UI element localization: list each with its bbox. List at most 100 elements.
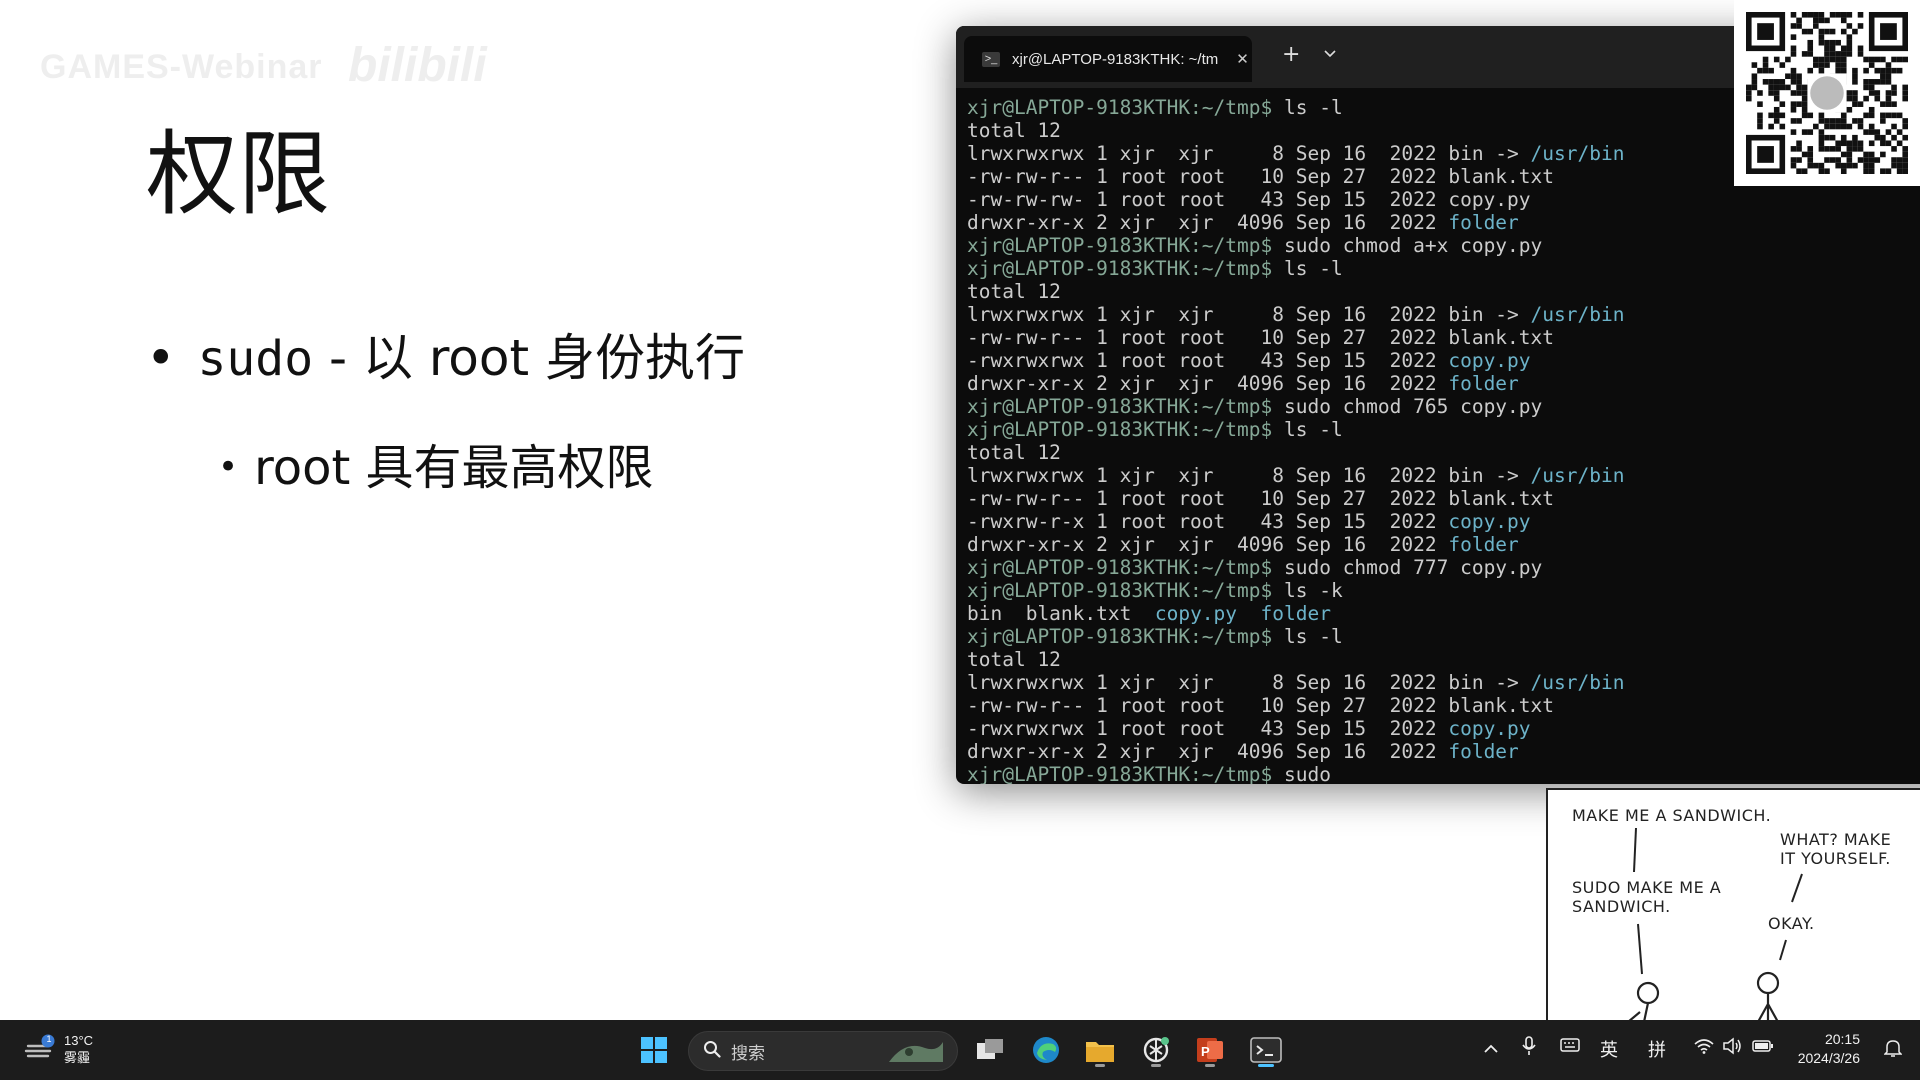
terminal-highlight: /usr/bin [1530, 464, 1625, 487]
terminal-tab-title: xjr@LAPTOP-9183KTHK: ~/tm [1012, 50, 1219, 68]
ime-language-indicator[interactable]: 英 [1600, 1036, 1618, 1062]
terminal-text: lrwxrwxrwx 1 xjr xjr 8 Sep 16 2022 bin -… [967, 464, 1531, 487]
bullet-dot-icon: • [218, 447, 239, 487]
terminal-command: sudo chmod 777 copy.py [1272, 556, 1543, 579]
powerpoint-icon[interactable]: P [1190, 1030, 1230, 1070]
terminal-text: total 12 [967, 441, 1061, 464]
chatgpt-app-icon[interactable] [1136, 1030, 1176, 1070]
terminal-output-line: -rw-rw-r-- 1 root root 10 Sep 27 2022 bl… [967, 487, 1920, 510]
terminal-output-line: drwxr-xr-x 2 xjr xjr 4096 Sep 16 2022 fo… [967, 740, 1920, 763]
bullet-root: • root 具有最高权限 [218, 428, 654, 498]
terminal-command-line: xjr@LAPTOP-9183KTHK:~/tmp$ sudo chmod 77… [967, 556, 1920, 579]
terminal-text: lrwxrwxrwx 1 xjr xjr 8 Sep 16 2022 bin -… [967, 671, 1531, 694]
terminal-command-line: xjr@LAPTOP-9183KTHK:~/tmp$ sudo [967, 763, 1920, 784]
watermark-text: GAMES-Webinar [40, 48, 323, 86]
terminal-icon: >_ [982, 51, 1000, 67]
terminal-output-line: drwxr-xr-x 2 xjr xjr 4096 Sep 16 2022 fo… [967, 533, 1920, 556]
comic-figures [1627, 827, 1803, 1022]
microphone-icon[interactable] [1522, 1036, 1536, 1061]
terminal-command: ls -l [1272, 625, 1343, 648]
terminal-command: ls -k [1272, 579, 1343, 602]
terminal-command-line: xjr@LAPTOP-9183KTHK:~/tmp$ ls -k [967, 579, 1920, 602]
terminal-output-line: -rwxrwxrwx 1 root root 43 Sep 15 2022 co… [967, 349, 1920, 372]
terminal-highlight: /usr/bin [1530, 303, 1625, 326]
running-indicator [1205, 1064, 1215, 1067]
chevron-down-icon[interactable] [1324, 46, 1336, 62]
terminal-text: bin blank.txt [967, 602, 1155, 625]
terminal-text: drwxr-xr-x 2 xjr xjr 4096 Sep 16 2022 [967, 372, 1449, 395]
terminal-text: -rwxrw-r-x 1 root root 43 Sep 15 2022 [967, 510, 1449, 533]
terminal-text: -rw-rw-r-- 1 root root 10 Sep 27 2022 bl… [967, 694, 1554, 717]
weather-widget[interactable]: 1 13°C 雾霾 [22, 1032, 93, 1066]
system-clock[interactable]: 20:15 2024/3/26 [1798, 1030, 1860, 1068]
search-placeholder: 搜索 [731, 1043, 765, 1063]
terminal-highlight: copy.py [1448, 717, 1531, 740]
bullet-sudo-text: - 以 root 身份执行 [313, 329, 745, 387]
taskbar-search-box[interactable]: 搜索 [688, 1031, 958, 1071]
notification-bell-icon[interactable] [1883, 1038, 1903, 1063]
terminal-text: drwxr-xr-x 2 xjr xjr 4096 Sep 16 2022 [967, 740, 1449, 763]
terminal-output-line: -rw-rw-r-- 1 root root 10 Sep 27 2022 bl… [967, 694, 1920, 717]
weather-description: 雾霾 [64, 1050, 91, 1065]
terminal-highlight: folder [1448, 211, 1519, 234]
bullet-sudo: • sudo - 以 root 身份执行 [146, 318, 745, 390]
terminal-text: drwxr-xr-x 2 xjr xjr 4096 Sep 16 2022 [967, 211, 1449, 234]
taskbar: 1 13°C 雾霾 搜索 P 英 拼 20:15 2024/3/26 [0, 1020, 1920, 1080]
terminal-highlight: /usr/bin [1530, 142, 1625, 165]
search-highlight-icon [885, 1036, 947, 1071]
terminal-output-line: -rwxrwxrwx 1 root root 43 Sep 15 2022 co… [967, 717, 1920, 740]
keyboard-icon[interactable] [1560, 1037, 1580, 1058]
bullet-dot-icon: • [146, 329, 176, 387]
terminal-output-line: lrwxrwxrwx 1 xjr xjr 8 Sep 16 2022 bin -… [967, 671, 1920, 694]
terminal-command-line: xjr@LAPTOP-9183KTHK:~/tmp$ ls -l [967, 625, 1920, 648]
terminal-text: drwxr-xr-x 2 xjr xjr 4096 Sep 16 2022 [967, 533, 1449, 556]
terminal-output-line: drwxr-xr-x 2 xjr xjr 4096 Sep 16 2022 fo… [967, 211, 1920, 234]
terminal-output[interactable]: xjr@LAPTOP-9183KTHK:~/tmp$ ls -l total 12… [967, 96, 1920, 784]
terminal-output-line: drwxr-xr-x 2 xjr xjr 4096 Sep 16 2022 fo… [967, 372, 1920, 395]
volume-icon[interactable] [1722, 1037, 1742, 1060]
terminal-command-line: xjr@LAPTOP-9183KTHK:~/tmp$ ls -l [967, 257, 1920, 280]
terminal-highlight: folder [1448, 740, 1519, 763]
windows-start-button[interactable] [634, 1030, 674, 1070]
terminal-prompt: xjr@LAPTOP-9183KTHK:~/tmp$ [967, 625, 1273, 648]
edge-browser-icon[interactable] [1026, 1030, 1066, 1070]
bullet-sudo-code: sudo [197, 331, 314, 387]
terminal-app-icon[interactable] [1246, 1030, 1286, 1070]
terminal-command: sudo chmod a+x copy.py [1272, 234, 1543, 257]
task-view-icon[interactable] [970, 1030, 1010, 1070]
running-indicator [1095, 1064, 1105, 1067]
chevron-up-icon[interactable] [1484, 1038, 1498, 1059]
terminal-text: -rwxrwxrwx 1 root root 43 Sep 15 2022 [967, 717, 1449, 740]
terminal-text: -rw-rw-r-- 1 root root 10 Sep 27 2022 bl… [967, 165, 1554, 188]
terminal-prompt: xjr@LAPTOP-9183KTHK:~/tmp$ [967, 579, 1273, 602]
terminal-command: ls -l [1272, 257, 1343, 280]
qr-code [1734, 0, 1920, 186]
terminal-output-line: -rwxrw-r-x 1 root root 43 Sep 15 2022 co… [967, 510, 1920, 533]
terminal-highlight: copy.py [1448, 349, 1531, 372]
terminal-highlight: folder [1448, 533, 1519, 556]
svg-text:P: P [1201, 1044, 1210, 1059]
terminal-prompt: xjr@LAPTOP-9183KTHK:~/tmp$ [967, 418, 1273, 441]
terminal-tab[interactable]: >_ xjr@LAPTOP-9183KTHK: ~/tm ✕ [964, 36, 1252, 82]
slide-title: 权限 [146, 121, 331, 228]
ime-mode-indicator[interactable]: 拼 [1648, 1036, 1666, 1062]
terminal-text: total 12 [967, 280, 1061, 303]
wifi-icon[interactable] [1694, 1038, 1714, 1059]
file-explorer-icon[interactable] [1080, 1030, 1120, 1070]
terminal-prompt: xjr@LAPTOP-9183KTHK:~/tmp$ [967, 257, 1273, 280]
running-indicator [1151, 1064, 1161, 1067]
terminal-command: ls -l [1272, 418, 1343, 441]
new-tab-button[interactable]: + [1282, 42, 1300, 67]
bullet-root-text: root 具有最高权限 [254, 440, 654, 496]
terminal-command-line: xjr@LAPTOP-9183KTHK:~/tmp$ sudo chmod a+… [967, 234, 1920, 257]
terminal-output-line: total 12 [967, 441, 1920, 464]
terminal-text: -rw-rw-r-- 1 root root 10 Sep 27 2022 bl… [967, 487, 1554, 510]
terminal-command: ls -l [1272, 96, 1343, 119]
clock-date: 2024/3/26 [1797, 1050, 1860, 1066]
terminal-output-line: total 12 [967, 648, 1920, 671]
close-tab-icon[interactable]: ✕ [1236, 50, 1249, 68]
terminal-text: total 12 [967, 648, 1061, 671]
battery-icon[interactable] [1752, 1038, 1774, 1059]
terminal-text: total 12 [967, 119, 1061, 142]
